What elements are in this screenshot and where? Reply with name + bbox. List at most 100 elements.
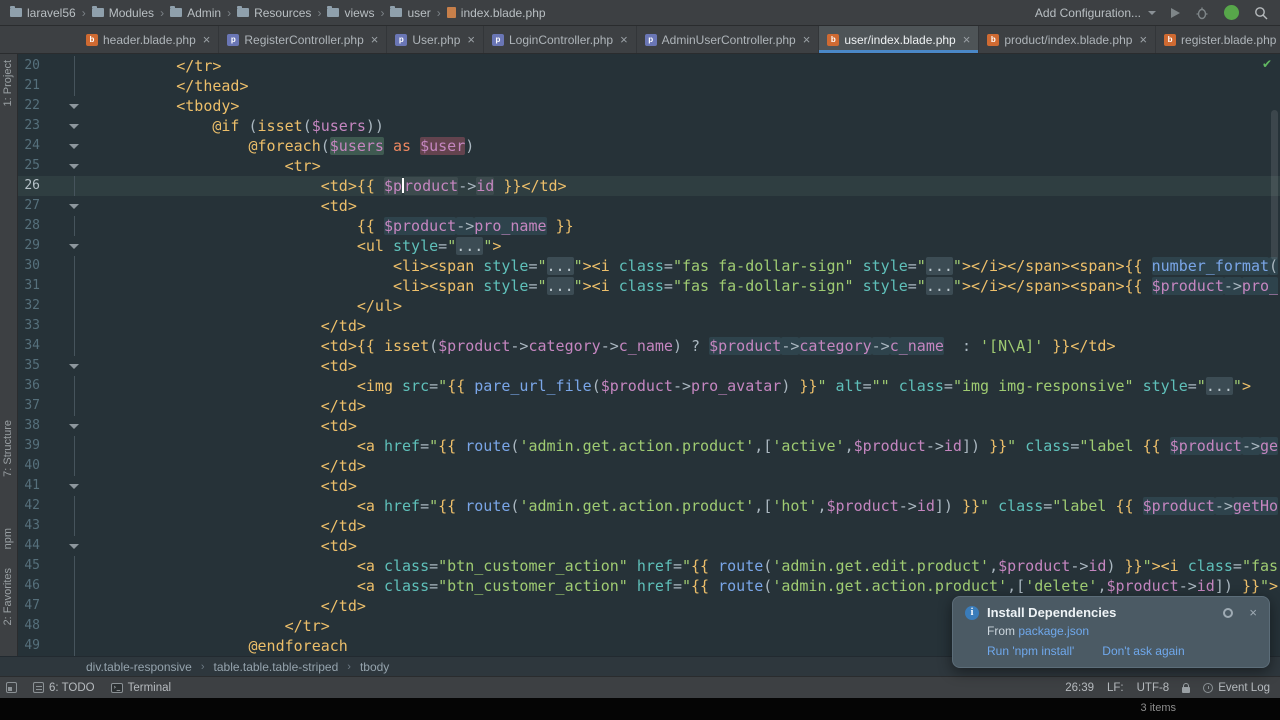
code-line-22[interactable]: 22 <tbody> <box>18 96 1280 116</box>
code-line-40[interactable]: 40 </td> <box>18 456 1280 476</box>
tab-label: product/index.blade.php <box>1004 32 1133 47</box>
tab-product/index.blade.php[interactable]: b product/index.blade.php × <box>979 26 1157 53</box>
breadcrumb-item-div[interactable]: div.table-responsive <box>86 660 192 674</box>
project-path-item[interactable]: Modules <box>91 6 154 20</box>
code-line-39[interactable]: 39 <a href="{{ route('admin.get.action.p… <box>18 436 1280 456</box>
code-line-27[interactable]: 27 <td> <box>18 196 1280 216</box>
fold-arrow-icon[interactable] <box>48 156 104 176</box>
tab-AdminUserController.php[interactable]: p AdminUserController.php × <box>637 26 820 53</box>
project-path-item[interactable]: user <box>390 6 431 20</box>
run-npm-install-link[interactable]: Run 'npm install' <box>987 644 1074 658</box>
close-tab-icon[interactable]: × <box>1139 33 1147 46</box>
fold-arrow-icon[interactable] <box>48 136 104 156</box>
toolbar-right: Add Configuration... <box>1035 5 1268 20</box>
dont-ask-again-link[interactable]: Don't ask again <box>1102 644 1184 658</box>
tab-header.blade.php[interactable]: b header.blade.php × <box>78 26 220 53</box>
code-line-23[interactable]: 23 @if (isset($users)) <box>18 116 1280 136</box>
fold-guide <box>48 596 104 616</box>
code-rows[interactable]: 20 </tr> 21 </thead> 22 <tbody> 23 @if (iss… <box>18 54 1280 656</box>
code-line-36[interactable]: 36 <img src="{{ pare_url_file($product->… <box>18 376 1280 396</box>
run-configuration-select[interactable]: Add Configuration... <box>1035 6 1156 20</box>
code-line-25[interactable]: 25 <tr> <box>18 156 1280 176</box>
run-icon[interactable] <box>1171 7 1180 18</box>
breadcrumb-item-tbody[interactable]: tbody <box>360 660 389 674</box>
project-path-item[interactable]: views <box>327 6 374 20</box>
close-tab-icon[interactable]: × <box>620 33 628 46</box>
project-path-label: index.blade.php <box>460 5 546 20</box>
fold-arrow-icon[interactable] <box>48 196 104 216</box>
tool-window-switcher-icon[interactable] <box>6 682 17 693</box>
close-tab-icon[interactable]: × <box>203 33 211 46</box>
project-path-item[interactable]: Resources <box>237 6 311 20</box>
code-line-30[interactable]: 30 <li><span style="..."><i class="fas f… <box>18 256 1280 276</box>
fold-arrow-icon[interactable] <box>48 536 104 556</box>
fold-arrow-icon[interactable] <box>48 116 104 136</box>
code-line-46[interactable]: 46 <a class="btn_customer_action" href="… <box>18 576 1280 596</box>
fold-guide <box>48 256 104 276</box>
file-icon <box>446 7 456 18</box>
tool-stripe-structure[interactable]: 7: Structure <box>2 420 14 477</box>
package-json-link[interactable]: package.json <box>1018 624 1089 638</box>
close-tab-icon[interactable]: × <box>803 33 811 46</box>
code-line-20[interactable]: 20 </tr> <box>18 56 1280 76</box>
code-line-38[interactable]: 38 <td> <box>18 416 1280 436</box>
project-path-item[interactable]: laravel56 <box>10 6 76 20</box>
fold-arrow-icon[interactable] <box>48 236 104 256</box>
editor-scrollbar[interactable] <box>1271 110 1278 260</box>
code-line-26[interactable]: 26 <td>{{ $p roduct->id }}</td> <box>18 176 1280 196</box>
code-line-37[interactable]: 37 </td> <box>18 396 1280 416</box>
code-line-43[interactable]: 43 </td> <box>18 516 1280 536</box>
event-log-button[interactable]: Event Log <box>1203 682 1270 694</box>
tab-user/index.blade.php[interactable]: b user/index.blade.php × <box>819 26 980 53</box>
search-icon[interactable] <box>1254 6 1268 20</box>
code-line-35[interactable]: 35 <td> <box>18 356 1280 376</box>
code-line-44[interactable]: 44 <td> <box>18 536 1280 556</box>
fold-arrow-icon[interactable] <box>48 476 104 496</box>
line-number: 25 <box>24 158 40 173</box>
line-number: 44 <box>24 538 40 553</box>
line-separator[interactable]: LF: <box>1107 682 1124 694</box>
project-path-item[interactable]: index.blade.php <box>446 5 546 20</box>
tab-LoginController.php[interactable]: p LoginController.php × <box>484 26 637 53</box>
caret-position[interactable]: 26:39 <box>1065 682 1094 694</box>
fold-arrow-icon[interactable] <box>48 416 104 436</box>
code-line-31[interactable]: 31 <li><span style="..."><i class="fas f… <box>18 276 1280 296</box>
inspections-ok-icon[interactable] <box>1262 57 1272 71</box>
tool-stripe-npm[interactable]: npm <box>2 528 14 549</box>
breadcrumb-item-table[interactable]: table.table.table-striped <box>214 660 339 674</box>
tab-register.blade.php[interactable]: bregister.blade.php× <box>1156 26 1280 53</box>
code-line-45[interactable]: 45 <a class="btn_customer_action" href="… <box>18 556 1280 576</box>
tool-stripe-favorites[interactable]: 2: Favorites <box>2 568 14 625</box>
terminal-tool-button[interactable]: ›_ Terminal <box>110 681 172 694</box>
code-line-24[interactable]: 24 @foreach($users as $user) <box>18 136 1280 156</box>
notification-close-icon[interactable]: × <box>1249 605 1257 620</box>
project-path-item[interactable]: Admin <box>170 6 221 20</box>
close-tab-icon[interactable]: × <box>963 33 971 46</box>
file-encoding[interactable]: UTF-8 <box>1137 682 1170 694</box>
read-write-lock-icon[interactable] <box>1182 682 1191 693</box>
debug-icon[interactable] <box>1195 6 1209 20</box>
todo-tool-button[interactable]: 6: TODO <box>33 682 95 694</box>
close-tab-icon[interactable]: × <box>371 33 379 46</box>
code-line-34[interactable]: 34 <td>{{ isset($product->category->c_na… <box>18 336 1280 356</box>
code-editor[interactable]: 20 </tr> 21 </thead> 22 <tbody> 23 @if (iss… <box>18 54 1280 668</box>
fold-arrow-icon[interactable] <box>48 356 104 376</box>
tool-stripe-project[interactable]: 1: Project <box>2 60 14 106</box>
notification-settings-icon[interactable] <box>1223 607 1234 618</box>
code-line-32[interactable]: 32 </ul> <box>18 296 1280 316</box>
code-line-33[interactable]: 33 </td> <box>18 316 1280 336</box>
code-line-29[interactable]: 29 <ul style="..."> <box>18 236 1280 256</box>
tab-User.php[interactable]: p User.php × <box>387 26 484 53</box>
todo-label: 6: TODO <box>49 681 95 694</box>
user-avatar[interactable] <box>1224 5 1239 20</box>
code-line-28[interactable]: 28 {{ $product->pro_name }} <box>18 216 1280 236</box>
fold-arrow-icon[interactable] <box>48 96 104 116</box>
code-line-21[interactable]: 21 </thead> <box>18 76 1280 96</box>
code-line-42[interactable]: 42 <a href="{{ route('admin.get.action.p… <box>18 496 1280 516</box>
code-text: <td> <box>320 417 357 435</box>
code-text: <li><span style="..."><i class="fas fa-d… <box>392 277 1279 295</box>
close-tab-icon[interactable]: × <box>467 33 475 46</box>
code-line-41[interactable]: 41 <td> <box>18 476 1280 496</box>
tab-RegisterController.php[interactable]: p RegisterController.php × <box>219 26 388 53</box>
terminal-label: Terminal <box>127 681 172 694</box>
